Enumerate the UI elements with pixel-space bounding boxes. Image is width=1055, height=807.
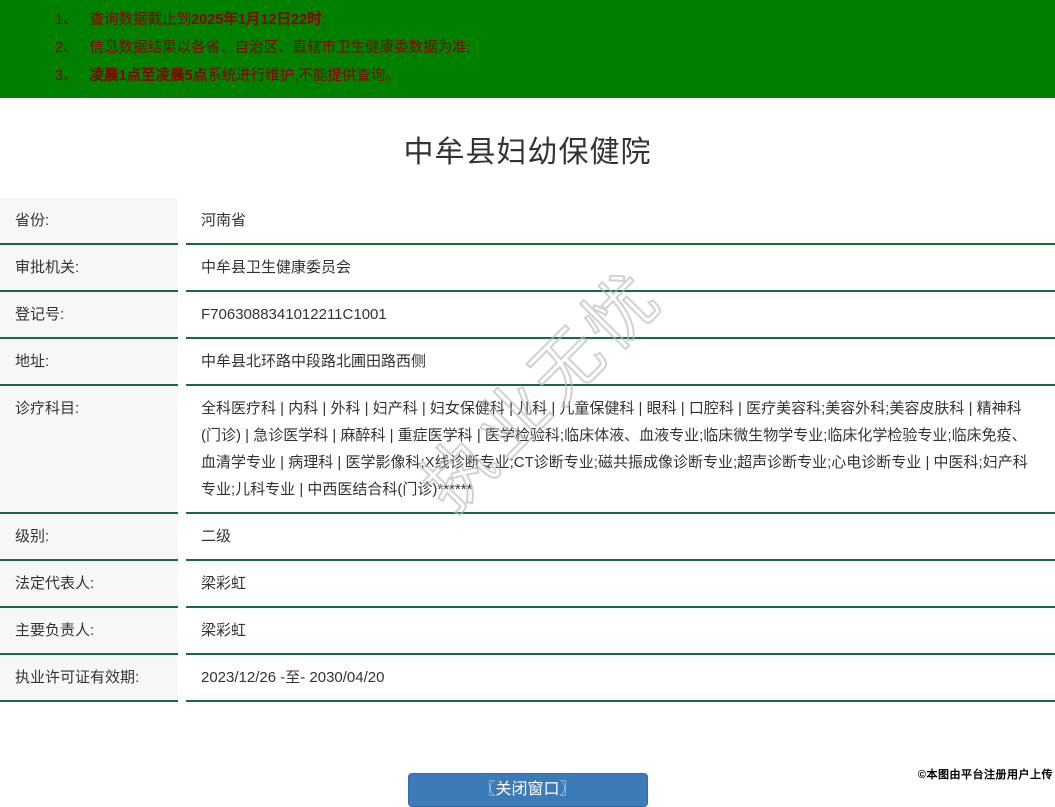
copyright-note: ©本图由平台注册用户上传 bbox=[917, 769, 1053, 781]
notice-number: 3、 bbox=[55, 68, 78, 84]
close-window-button[interactable]: 〖关闭窗口〗 bbox=[407, 773, 648, 807]
notice-line-2: 2、 信息数据结果以各省、自治区、直辖市卫生健康委数据为准; bbox=[0, 34, 1055, 62]
row-label: 省份: bbox=[0, 198, 178, 245]
notice-text: 查询数据截止到 bbox=[89, 12, 192, 28]
notice-text-bold: 2025年1月12日22时 bbox=[191, 12, 322, 28]
table-row-province: 省份: 河南省 bbox=[0, 198, 1055, 245]
row-value: 中牟县卫生健康委员会 bbox=[186, 245, 1055, 292]
row-label: 登记号: bbox=[0, 292, 178, 339]
row-value: 二级 bbox=[186, 514, 1055, 561]
table-row-level: 级别: 二级 bbox=[0, 514, 1055, 561]
notice-number: 1、 bbox=[55, 12, 78, 28]
row-label: 诊疗科目: bbox=[0, 386, 178, 514]
row-value: 梁彩虹 bbox=[186, 608, 1055, 655]
table-row-registration-number: 登记号: F7063088341012211C1001 bbox=[0, 292, 1055, 339]
notice-text: ; bbox=[321, 12, 326, 28]
row-value: 全科医疗科 | 内科 | 外科 | 妇产科 | 妇女保健科 | 儿科 | 儿童保… bbox=[186, 386, 1055, 514]
hospital-info-table: 省份: 河南省 审批机关: 中牟县卫生健康委员会 登记号: F706308834… bbox=[0, 198, 1055, 702]
table-row-license-validity: 执业许可证有效期: 2023/12/26 -至- 2030/04/20 bbox=[0, 655, 1055, 702]
row-value: 河南省 bbox=[186, 198, 1055, 245]
row-label: 地址: bbox=[0, 339, 178, 386]
table-row-legal-representative: 法定代表人: 梁彩虹 bbox=[0, 561, 1055, 608]
row-value: 中牟县北环路中段路北圃田路西侧 bbox=[186, 339, 1055, 386]
table-row-approval-authority: 审批机关: 中牟县卫生健康委员会 bbox=[0, 245, 1055, 292]
button-row: 〖关闭窗口〗 bbox=[0, 773, 1055, 807]
row-label: 审批机关: bbox=[0, 245, 178, 292]
notice-text: 系统进行维护,不能提供查询。 bbox=[207, 68, 400, 84]
row-label: 执业许可证有效期: bbox=[0, 655, 178, 702]
row-label: 法定代表人: bbox=[0, 561, 178, 608]
row-value: 2023/12/26 -至- 2030/04/20 bbox=[186, 655, 1055, 702]
row-label: 级别: bbox=[0, 514, 178, 561]
notice-text: 信息数据结果以各省、自治区、直辖市卫生健康委数据为准; bbox=[89, 40, 471, 56]
row-value: 梁彩虹 bbox=[186, 561, 1055, 608]
notice-banner: 1、 查询数据截止到2025年1月12日22时; 2、 信息数据结果以各省、自治区、… bbox=[0, 0, 1055, 98]
notice-line-3: 3、 凌晨1点至凌晨5点系统进行维护,不能提供查询。 bbox=[0, 62, 1055, 90]
row-label: 主要负责人: bbox=[0, 608, 178, 655]
notice-number: 2、 bbox=[55, 40, 78, 56]
table-row-medical-subjects: 诊疗科目: 全科医疗科 | 内科 | 外科 | 妇产科 | 妇女保健科 | 儿科… bbox=[0, 386, 1055, 514]
page-title: 中牟县妇幼保健院 bbox=[403, 136, 652, 169]
table-row-address: 地址: 中牟县北环路中段路北圃田路西侧 bbox=[0, 339, 1055, 386]
notice-line-1: 1、 查询数据截止到2025年1月12日22时; bbox=[0, 6, 1055, 34]
notice-text-bold: 凌晨1点至凌晨5点 bbox=[89, 68, 208, 84]
row-value: F7063088341012211C1001 bbox=[186, 292, 1055, 339]
table-row-principal: 主要负责人: 梁彩虹 bbox=[0, 608, 1055, 655]
